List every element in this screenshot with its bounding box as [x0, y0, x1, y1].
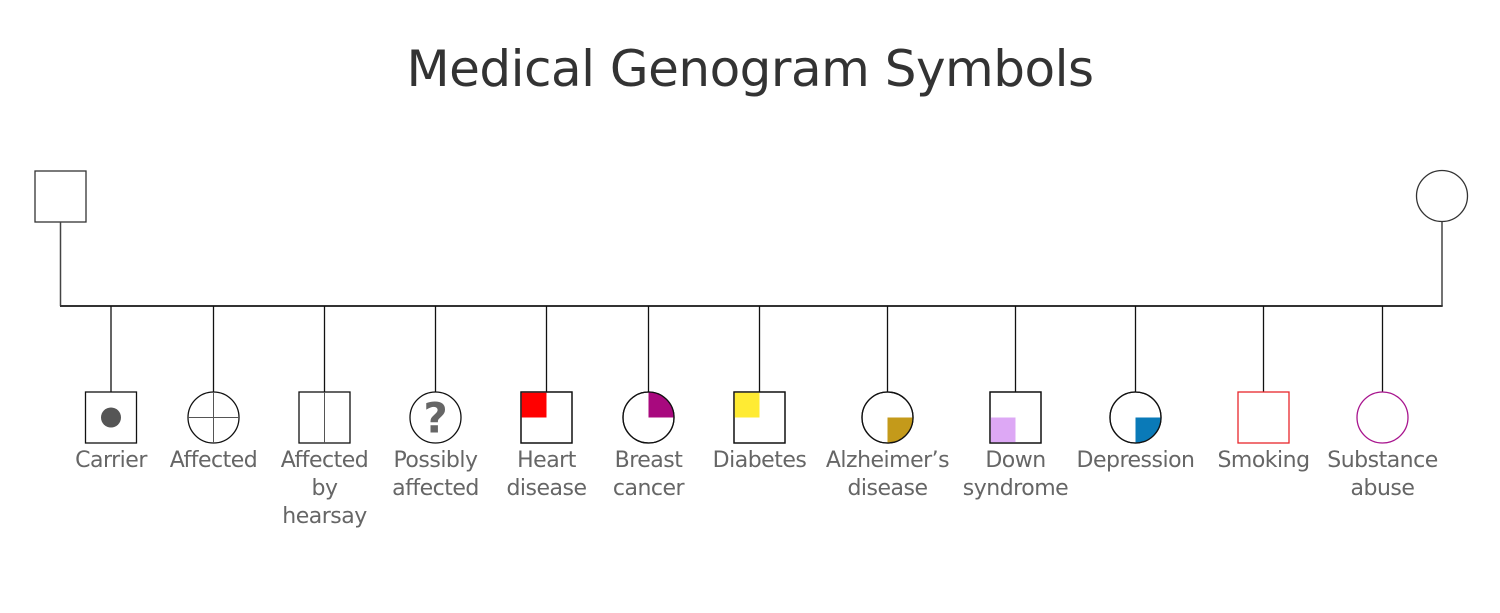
mother-circle-symbol	[1415, 169, 1469, 223]
child-carrier	[84, 306, 138, 444]
genogram-diagram: ?	[34, 169, 1469, 444]
down-syndrome-quadrant-fill	[990, 417, 1016, 443]
child-affected-by-hearsay	[298, 306, 351, 444]
heart-disease-quadrant-fill	[521, 392, 547, 418]
father-square-symbol	[34, 170, 87, 223]
child-diabetes	[733, 306, 786, 444]
child-smoking	[1237, 306, 1290, 444]
label-line: Alzheimer’s	[825, 448, 950, 473]
substance-abuse-label: Substance abuse	[1313, 447, 1453, 503]
label-line: hearsay	[282, 504, 367, 529]
child-substance-abuse	[1356, 306, 1409, 444]
substance-abuse-circle-symbol	[1356, 391, 1409, 444]
label-line: Substance	[1327, 448, 1438, 473]
label-line: disease	[847, 476, 928, 501]
child-breast-cancer	[622, 306, 675, 444]
parents	[34, 169, 1469, 307]
child-possibly-affected: ?	[409, 306, 462, 444]
child-affected	[187, 306, 240, 444]
carrier-dot-icon	[101, 407, 121, 428]
label-line: syndrome	[962, 476, 1069, 501]
smoking-square-symbol	[1237, 391, 1290, 444]
label-line: abuse	[1350, 476, 1415, 501]
child-alzheimers-disease	[861, 306, 914, 444]
diabetes-quadrant-fill	[734, 392, 760, 418]
label-line: Depression	[1076, 448, 1195, 473]
down-syndrome-label: Down syndrome	[946, 447, 1086, 503]
alzheimers-disease-label: Alzheimer’s disease	[818, 447, 958, 503]
diabetes-label: Diabetes	[690, 447, 830, 475]
children: ?	[84, 306, 1409, 444]
child-heart-disease	[520, 306, 573, 444]
child-down-syndrome	[989, 306, 1042, 444]
child-depression	[1109, 306, 1162, 444]
label-line: cancer	[612, 476, 685, 501]
question-mark-icon: ?	[423, 394, 447, 443]
depression-label: Depression	[1066, 447, 1206, 475]
label-line: Down	[985, 448, 1046, 473]
label-line: Diabetes	[712, 448, 807, 473]
